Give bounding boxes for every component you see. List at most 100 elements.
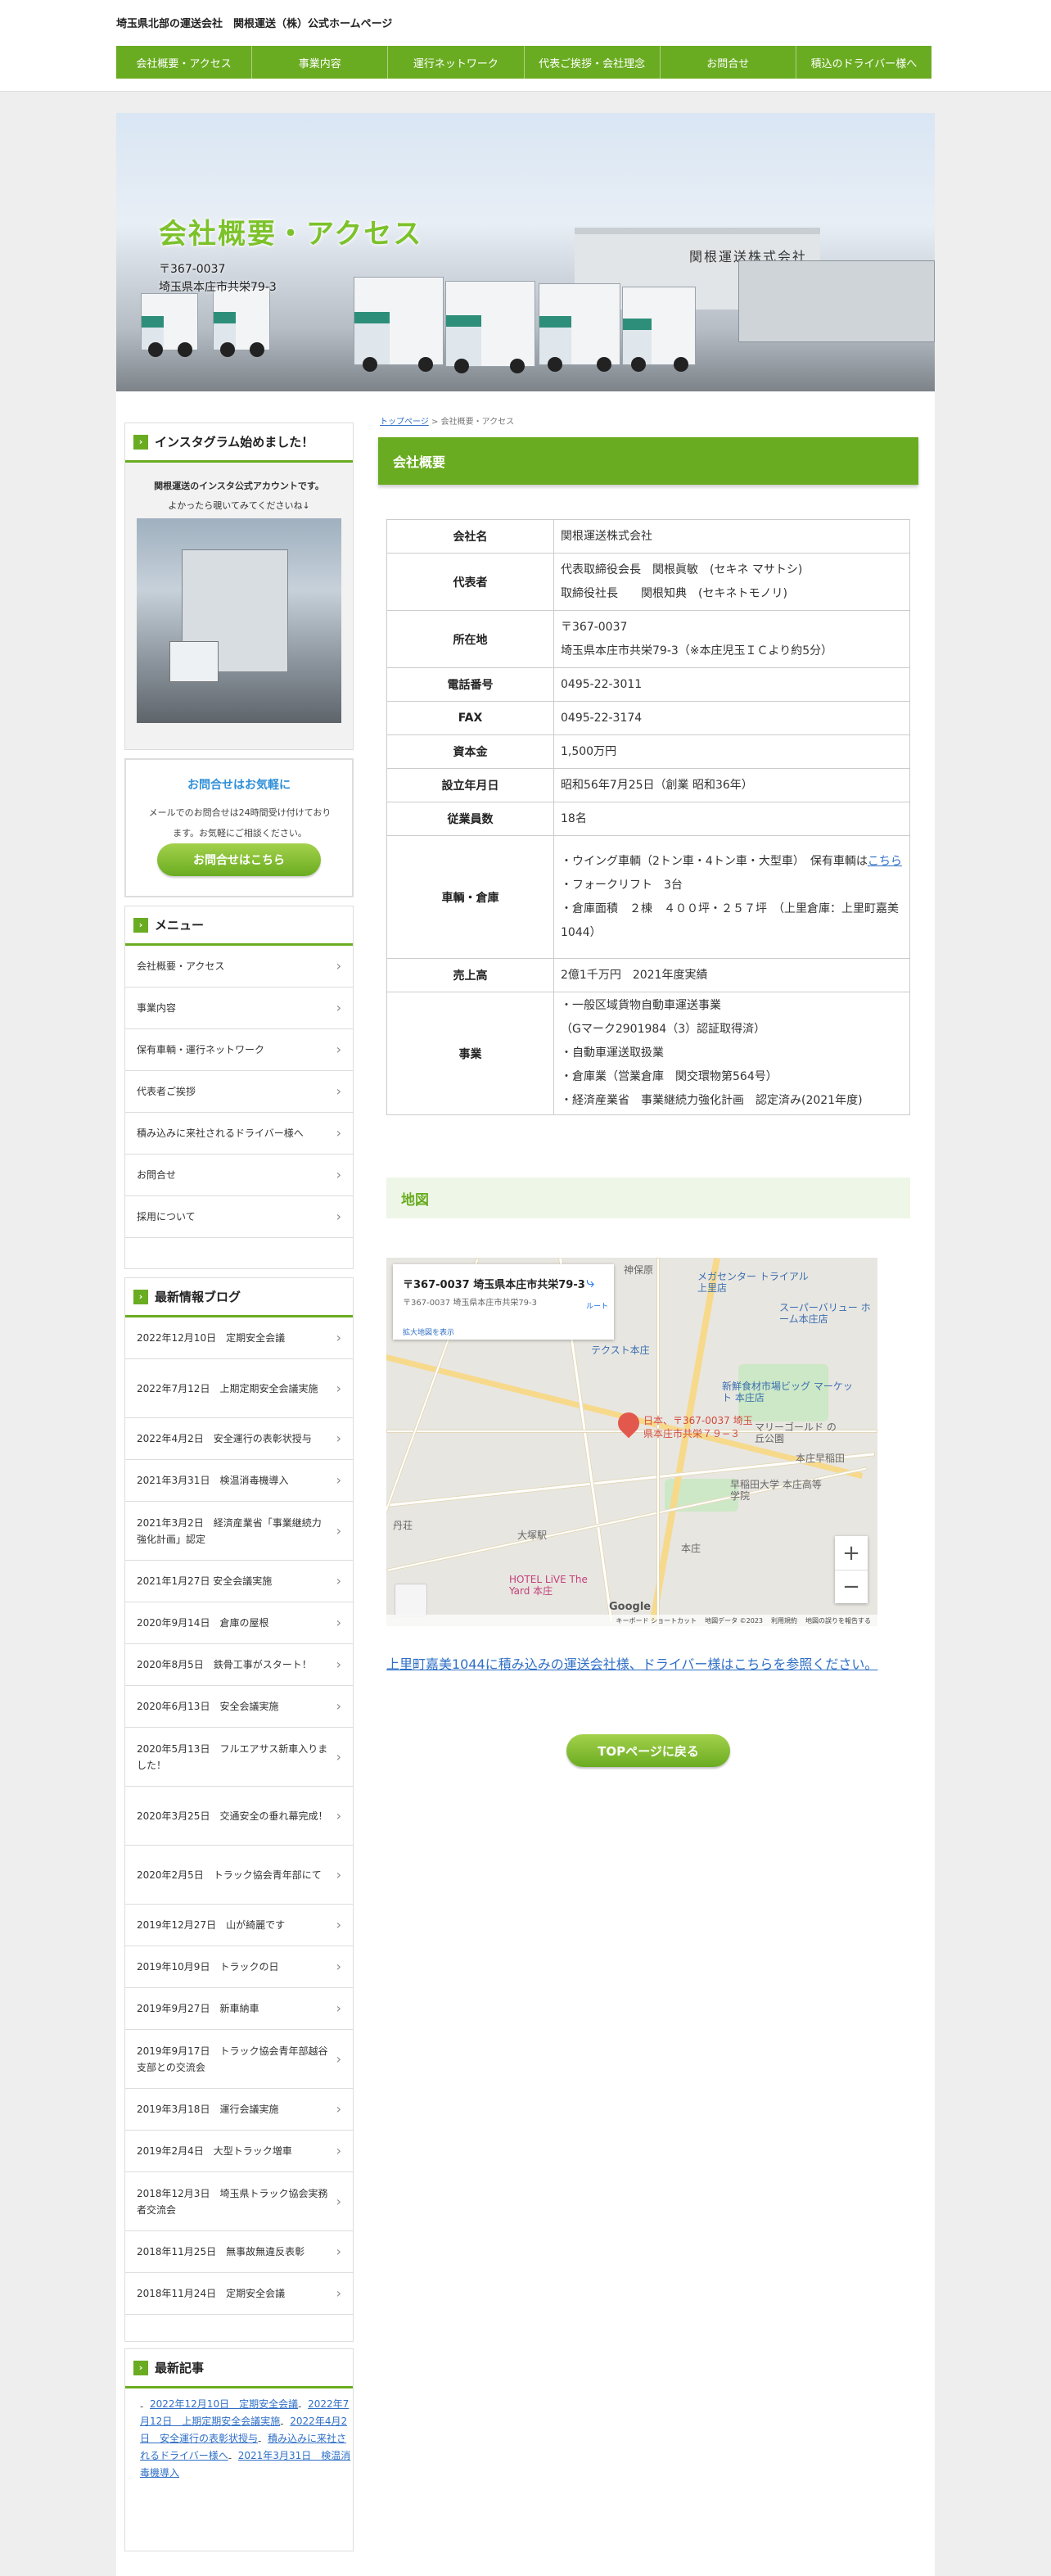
- company-table: 会社名 関根運送株式会社 代表者 代表取締役会長 関根眞敏 (セキネ マサトシ) 取締役…: [386, 519, 910, 1115]
- company-table-line: 0495-22-3011: [561, 677, 643, 691]
- hero-truck: [213, 287, 270, 357]
- instagram-body: 関根運送のインスタ公式アカウントです。 よかったら覗いてみてくださいね↓: [125, 463, 353, 749]
- blog-item[interactable]: 2022年7月12日 上期定期安全会議実施: [125, 1359, 353, 1418]
- map-card-title: 〒367-0037 埼玉県本庄市共栄79-3: [403, 1279, 585, 1291]
- map-footer-report[interactable]: 地図の誤りを報告する: [805, 1616, 871, 1625]
- map-footer-shortcuts[interactable]: キーボード ショートカット: [616, 1616, 697, 1625]
- blog-item[interactable]: 2022年12月10日 定期安全会議: [125, 1317, 353, 1359]
- blog-item[interactable]: 2020年5月13日 フルエアサス新車入りました！: [125, 1728, 353, 1787]
- chevron-right-icon: ›: [133, 2360, 148, 2375]
- blog-item[interactable]: 2022年4月2日 安全運行の表彰状授与: [125, 1418, 353, 1460]
- company-table-value: 1,500万円: [553, 734, 910, 769]
- company-table-line: 2億1千万円 2021年度実績: [561, 968, 708, 982]
- company-table-value: 0495-22-3174: [553, 701, 910, 735]
- company-table-label: 会社名: [386, 519, 554, 554]
- map-place-label: 早稲田大学 本庄高等学院: [730, 1479, 822, 1502]
- company-table-value: 〒367-0037 埼玉県本庄市共栄79-3（※本庄児玉ＩＣより約5分）: [553, 610, 910, 668]
- company-table-value: 昭和56年7月25日（創業 昭和36年）: [553, 768, 910, 802]
- hero-zip: 〒367-0037: [159, 263, 226, 276]
- map-place-label: 丹荘: [393, 1520, 413, 1531]
- company-table-line: 関根運送株式会社: [561, 529, 652, 543]
- blog-item[interactable]: 2020年8月5日 鉄骨工事がスタート！: [125, 1644, 353, 1686]
- blog-item[interactable]: 2021年1月27日 安全会議実施: [125, 1561, 353, 1602]
- inquiry-text-line-2: ます。お気軽にご相談ください。: [173, 828, 307, 838]
- loading-site-link[interactable]: 上里町嘉美1044に積み込みの運送会社様、ドライバー様はこちらを参照ください。: [386, 1652, 902, 1677]
- blog-item[interactable]: 2019年3月18日 運行会議実施: [125, 2089, 353, 2131]
- company-table-value: 2億1千万円 2021年度実績: [553, 958, 910, 992]
- menu-item[interactable]: 会社概要・アクセス: [125, 946, 353, 987]
- company-table-row: 資本金 1,500万円: [386, 734, 910, 769]
- header: 埼玉県北部の運送会社 関根運送（株）公式ホームページ 会社概要・アクセス 事業内…: [0, 0, 1051, 92]
- blog-item[interactable]: 2018年11月24日 定期安全会議: [125, 2273, 353, 2315]
- nav-drivers[interactable]: 積込のドライバー様へ: [796, 46, 931, 79]
- map-footer-terms[interactable]: 利用規約: [771, 1616, 797, 1625]
- company-table-line: ・ウイング車輌（2トン車・4トン車・大型車） 保有車輌はこちら: [561, 854, 902, 868]
- blog-item[interactable]: 2021年3月2日 経済産業省「事業継続力強化計画」認定: [125, 1502, 353, 1561]
- map-road: [656, 1258, 660, 1626]
- company-table-value: 0495-22-3011: [553, 667, 910, 702]
- inquiry-text-line-1: メールでのお問合せは24時間受け付けており: [148, 807, 332, 818]
- menu-item[interactable]: 採用について: [125, 1196, 353, 1238]
- company-table-row: 事業 ・一般区域貨物自動車運送事業 （Gマーク2901984（3）認証取得済） ・自動…: [386, 992, 910, 1115]
- nav-company-access[interactable]: 会社概要・アクセス: [116, 46, 253, 79]
- blog-item[interactable]: 2019年9月17日 トラック協会青年部越谷支部との交流会: [125, 2030, 353, 2089]
- blog-item[interactable]: 2020年2月5日 トラック協会青年部にて: [125, 1846, 353, 1905]
- hero-address: 埼玉県本庄市共栄79-3: [159, 281, 277, 294]
- blog-item[interactable]: 2020年3月25日 交通安全の垂れ幕完成！: [125, 1787, 353, 1846]
- instagram-photo[interactable]: [137, 518, 341, 723]
- map-larger-link[interactable]: 拡大地図を表示: [403, 1326, 454, 1337]
- blog-item[interactable]: 2018年12月3日 埼玉県トラック協会実務者交流会: [125, 2172, 353, 2231]
- company-table-line: ・倉庫面積 ２棟 ４００坪・２５７坪 （上里倉庫：上里町嘉美1044）: [561, 902, 899, 939]
- instagram-heading: インスタグラム始めました！: [155, 435, 314, 450]
- blog-item[interactable]: 2021年3月31日 検温消毒機導入: [125, 1460, 353, 1502]
- company-table-line: 昭和56年7月25日（創業 昭和36年）: [561, 778, 753, 792]
- breadcrumb-home[interactable]: トップページ: [380, 418, 429, 427]
- zoom-control: + −: [835, 1536, 868, 1603]
- blog-item[interactable]: 2020年9月14日 倉庫の屋根: [125, 1602, 353, 1644]
- company-table-line: （Gマーク2901984（3）認証取得済）: [561, 1023, 766, 1036]
- menu-item[interactable]: 代表者ご挨拶: [125, 1071, 353, 1113]
- blog-item[interactable]: 2019年12月27日 山が綺麗です: [125, 1905, 353, 1946]
- recent-heading: 最新記事: [155, 2361, 205, 2375]
- menu-item[interactable]: 事業内容: [125, 987, 353, 1029]
- blog-item[interactable]: 2019年10月9日 トラックの日: [125, 1946, 353, 1988]
- company-table-label: 資本金: [386, 734, 554, 769]
- company-table-line: ・自動車運送取扱業: [561, 1046, 664, 1060]
- section-heading: 会社概要: [378, 437, 918, 485]
- hero-banner: 関根運送株式会社 会社概要・アクセス 〒367-0037 埼玉県本庄市共栄79-…: [116, 113, 935, 391]
- directions-label: ルート: [586, 1303, 609, 1311]
- site-title[interactable]: 埼玉県北部の運送会社 関根運送（株）公式ホームページ: [116, 15, 392, 30]
- hero-truck: [141, 293, 198, 357]
- map-footer-data: 地図データ ©2023: [705, 1616, 763, 1625]
- company-table-label: 電話番号: [386, 667, 554, 702]
- menu-item[interactable]: お問合せ: [125, 1155, 353, 1196]
- blog-widget: › 最新情報ブログ 2022年12月10日 定期安全会議2022年7月12日 上期…: [124, 1277, 354, 2342]
- inquiry-button[interactable]: お問合せはこちら: [157, 843, 321, 876]
- vehicle-list-link[interactable]: こちら: [868, 855, 902, 868]
- blog-item[interactable]: 2020年6月13日 安全会議実施: [125, 1686, 353, 1728]
- blog-item[interactable]: 2018年11月25日 無事故無違反表彰: [125, 2231, 353, 2273]
- inquiry-widget: お問合せはお気軽に メールでのお問合せは24時間受け付けており ます。お気軽にご相…: [124, 758, 354, 897]
- company-table-row: 従業員数 18名: [386, 802, 910, 836]
- menu-item[interactable]: 積み込みに来社されるドライバー様へ: [125, 1113, 353, 1155]
- company-table-row: 車輌・倉庫 ・ウイング車輌（2トン車・4トン車・大型車） 保有車輌はこちら ・フォー…: [386, 835, 910, 959]
- page-title: 会社概要・アクセス: [159, 218, 423, 251]
- breadcrumb: トップページ > 会社概要・アクセス: [380, 414, 514, 427]
- google-map[interactable]: 神保原 メガセンター トライアル上里店 スーパーバリュー ホーム本庄店 テクスト…: [386, 1258, 877, 1626]
- breadcrumb-separator: >: [431, 418, 439, 427]
- map-heading: 地図: [386, 1177, 910, 1218]
- nav-network[interactable]: 運行ネットワーク: [388, 46, 525, 79]
- company-table-line: ・倉庫業（営業倉庫 関交環物第564号）: [561, 1070, 778, 1083]
- street-view-icon[interactable]: [395, 1584, 427, 1616]
- nav-greeting[interactable]: 代表ご挨拶・会社理念: [525, 46, 661, 79]
- nav-business[interactable]: 事業内容: [252, 46, 389, 79]
- zoom-out-button[interactable]: −: [835, 1570, 868, 1603]
- nav-contact[interactable]: お問合せ: [661, 46, 796, 79]
- back-to-top-button[interactable]: TOPページに戻る: [566, 1734, 730, 1767]
- zoom-in-button[interactable]: +: [835, 1536, 868, 1570]
- menu-item[interactable]: 保有車輌・運行ネットワーク: [125, 1029, 353, 1071]
- blog-item[interactable]: 2019年9月27日 新車納車: [125, 1988, 353, 2030]
- directions-icon[interactable]: ⤷: [586, 1276, 594, 1290]
- map-pin-label: 日本、〒367-0037 埼玉: [643, 1415, 753, 1426]
- blog-item[interactable]: 2019年2月4日 大型トラック増車: [125, 2131, 353, 2172]
